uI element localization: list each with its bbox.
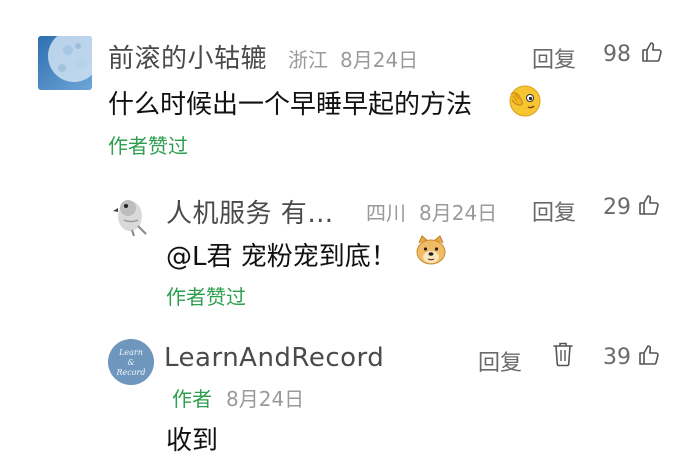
learn-and-record-avatar-image: Learn & Record: [108, 339, 154, 385]
author-tag: 作者: [172, 387, 212, 411]
avatar[interactable]: Learn & Record: [108, 339, 154, 385]
svg-text:Record: Record: [116, 368, 146, 377]
reply-button[interactable]: 回复: [532, 195, 576, 227]
date-label: 8月24日: [419, 201, 498, 225]
thumbs-up-icon[interactable]: [637, 193, 661, 221]
comment-text: @L君 宠粉宠到底！: [166, 242, 397, 272]
svg-text:Learn: Learn: [118, 348, 143, 357]
trash-icon[interactable]: [551, 341, 575, 371]
parrot-avatar-image: [108, 190, 154, 236]
like-count: 29: [603, 195, 631, 220]
avatar[interactable]: [108, 190, 154, 236]
comment-text: 什么时候出一个早睡早起的方法: [108, 90, 473, 120]
moon-sky-avatar-image: [38, 36, 92, 90]
author-liked-badge: 作者赞过: [108, 134, 188, 158]
username[interactable]: LearnAndRecord: [164, 343, 384, 373]
username[interactable]: 前滚的小轱辘: [108, 38, 267, 75]
reply-button[interactable]: 回复: [478, 345, 522, 377]
author-liked-badge: 作者赞过: [166, 285, 246, 309]
like-count: 39: [603, 345, 631, 370]
reply-button[interactable]: 回复: [532, 42, 576, 74]
svg-text:&: &: [127, 358, 134, 367]
reply-item: Learn & Record LearnAndRecord 回复 39 作者 8…: [0, 315, 700, 476]
facepalm-peek-emoji-icon: [508, 84, 542, 122]
thumbs-up-icon[interactable]: [637, 343, 661, 371]
username[interactable]: 人机服务 有…: [166, 193, 334, 230]
comment-text: 收到: [166, 426, 219, 456]
avatar[interactable]: [38, 36, 92, 90]
date-label: 8月24日: [226, 387, 305, 411]
location-label: 四川: [366, 201, 406, 225]
comment-thread: 前滚的小轱辘 浙江 8月24日 回复 98 什么时候出一个早睡早起的方法 作者赞…: [0, 0, 700, 476]
like-count: 98: [603, 42, 631, 67]
reply-item: 人机服务 有… 四川 8月24日 回复 29 @L君 宠粉宠到底！ 作者赞过: [0, 165, 700, 315]
date-label: 8月24日: [340, 48, 419, 72]
comment-item: 前滚的小轱辘 浙江 8月24日 回复 98 什么时候出一个早睡早起的方法 作者赞…: [0, 0, 700, 165]
doge-emoji-icon: [414, 233, 448, 271]
location-label: 浙江: [288, 48, 328, 72]
thumbs-up-icon[interactable]: [640, 40, 664, 68]
